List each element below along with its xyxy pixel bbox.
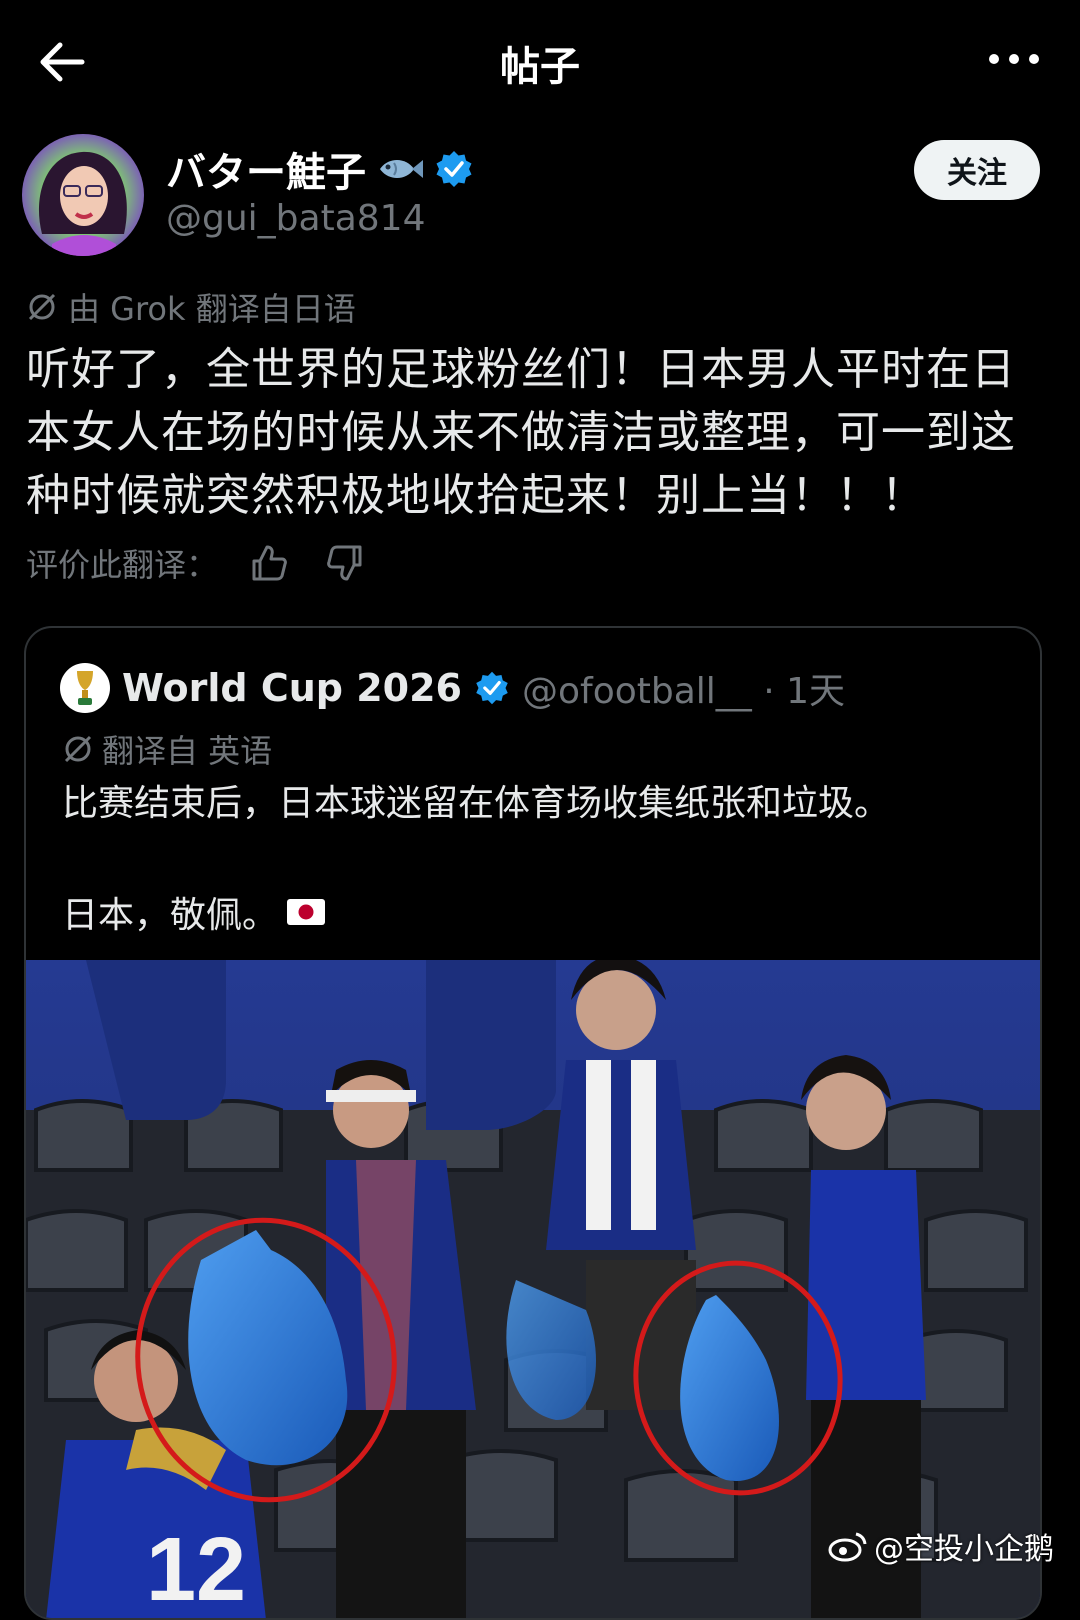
rate-translation-row: 评价此翻译：	[26, 540, 366, 586]
rate-translation-label: 评价此翻译：	[26, 546, 219, 584]
watermark-text: @空投小企鹅	[874, 1532, 1054, 1567]
quoted-author-name: World Cup 2026	[122, 666, 462, 710]
page-title: 帖子	[500, 44, 580, 90]
svg-text:12: 12	[146, 1520, 246, 1620]
thumbs-down-icon[interactable]	[322, 541, 366, 585]
quoted-post-header: World Cup 2026 @ofootball__ · 1天	[60, 662, 845, 714]
weibo-watermark: @空投小企鹅	[828, 1524, 1054, 1568]
world-cup-trophy-icon	[60, 663, 110, 713]
japan-flag-icon	[287, 899, 326, 925]
author-name-text: バター鮭子	[166, 150, 366, 196]
grok-icon	[28, 293, 56, 321]
author-display-name[interactable]: バター鮭子	[166, 140, 474, 198]
author-avatar[interactable]	[22, 134, 144, 256]
post-line: 种时候就突然积极地收拾起来！别上当！！！	[26, 470, 926, 521]
post-line: 本女人在场的时候从来不做清洁或整理，可一到这	[26, 407, 1016, 458]
verified-badge-icon	[436, 151, 472, 187]
quoted-translation-note-text: 翻译自 英语	[102, 732, 273, 770]
top-bar: 帖子	[0, 0, 1080, 120]
thumbs-up-icon[interactable]	[248, 541, 292, 585]
fish-emoji-icon	[380, 160, 423, 178]
more-options-icon[interactable]	[984, 44, 1044, 74]
verified-badge-icon	[476, 671, 508, 705]
avatar-illustration	[22, 134, 144, 256]
quoted-post-text-2-label: 日本，敬佩。	[62, 895, 279, 936]
grok-icon	[64, 735, 92, 763]
author-handle[interactable]: @gui_bata814	[166, 198, 425, 239]
post-body: 听好了，全世界的足球粉丝们！日本男人平时在日 本女人在场的时候从来不做清洁或整理…	[26, 338, 1036, 527]
post-line: 听好了，全世界的足球粉丝们！日本男人平时在日	[26, 344, 1016, 395]
quoted-translation-note: 翻译自 英语	[62, 726, 272, 772]
translation-note: 由 Grok 翻译自日语	[26, 284, 356, 330]
translation-note-text: 由 Grok 翻译自日语	[68, 290, 356, 328]
stadium-fans-photo[interactable]: 12	[26, 960, 1040, 1620]
follow-button[interactable]: 关注	[914, 140, 1040, 200]
weibo-logo-icon	[828, 1532, 867, 1562]
quoted-post-card[interactable]: World Cup 2026 @ofootball__ · 1天 翻译自 英语 …	[24, 626, 1042, 1620]
quoted-post-text-2: 日本，敬佩。	[62, 886, 326, 938]
quoted-post-text: 比赛结束后，日本球迷留在体育场收集纸张和垃圾。	[62, 783, 891, 824]
quoted-author-handle-time: @ofootball__ · 1天	[522, 671, 846, 712]
